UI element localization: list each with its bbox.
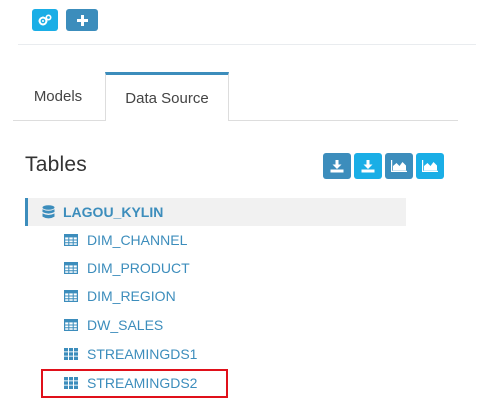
tab-models-label: Models [33, 88, 83, 105]
streaming-table-icon [64, 348, 78, 360]
toolbar-divider [18, 44, 476, 45]
tab-models[interactable]: Models [13, 72, 103, 121]
tab-data-source-label: Data Source [125, 89, 209, 107]
load-table-button[interactable] [323, 153, 351, 179]
tree-table-item[interactable]: STREAMINGDS1 [64, 344, 197, 364]
tables-heading: Tables [25, 153, 87, 176]
add-streaming-table-button[interactable] [385, 153, 413, 179]
highlight-annotation-box [41, 369, 228, 398]
tree-database-lagou-kylin[interactable]: LAGOU_KYLIN [25, 198, 406, 226]
gears-icon [38, 14, 52, 26]
table-icon [64, 234, 78, 246]
database-icon [42, 204, 56, 220]
table-label: DW_SALES [87, 317, 164, 333]
area-chart-icon [422, 160, 438, 172]
add-kafka-streaming-table-button[interactable] [416, 153, 444, 179]
download-icon [361, 159, 375, 172]
download-icon [330, 159, 344, 172]
table-icon [64, 262, 78, 274]
table-icon [64, 290, 78, 302]
tree-table-item[interactable]: DIM_PRODUCT [64, 258, 190, 278]
add-button[interactable] [66, 9, 98, 31]
tree-table-item[interactable]: DW_SALES [64, 315, 163, 335]
table-label: STREAMINGDS1 [87, 346, 198, 362]
plus-icon [76, 14, 88, 26]
tab-data-source[interactable]: Data Source [105, 72, 229, 122]
advanced-settings-button[interactable] [32, 9, 58, 31]
table-label: DIM_REGION [87, 288, 176, 304]
load-table-tree-button[interactable] [354, 153, 382, 179]
area-chart-icon [391, 160, 407, 172]
table-label: DIM_CHANNEL [87, 232, 188, 248]
kylin-datasource-panel: Models Data Source Tables LAGOU_KYLIN DI… [0, 0, 478, 401]
database-label: LAGOU_KYLIN [63, 204, 164, 220]
tree-table-item[interactable]: DIM_CHANNEL [64, 230, 187, 250]
tree-table-item[interactable]: DIM_REGION [64, 286, 176, 306]
table-label: DIM_PRODUCT [87, 260, 190, 276]
table-icon [64, 319, 78, 331]
